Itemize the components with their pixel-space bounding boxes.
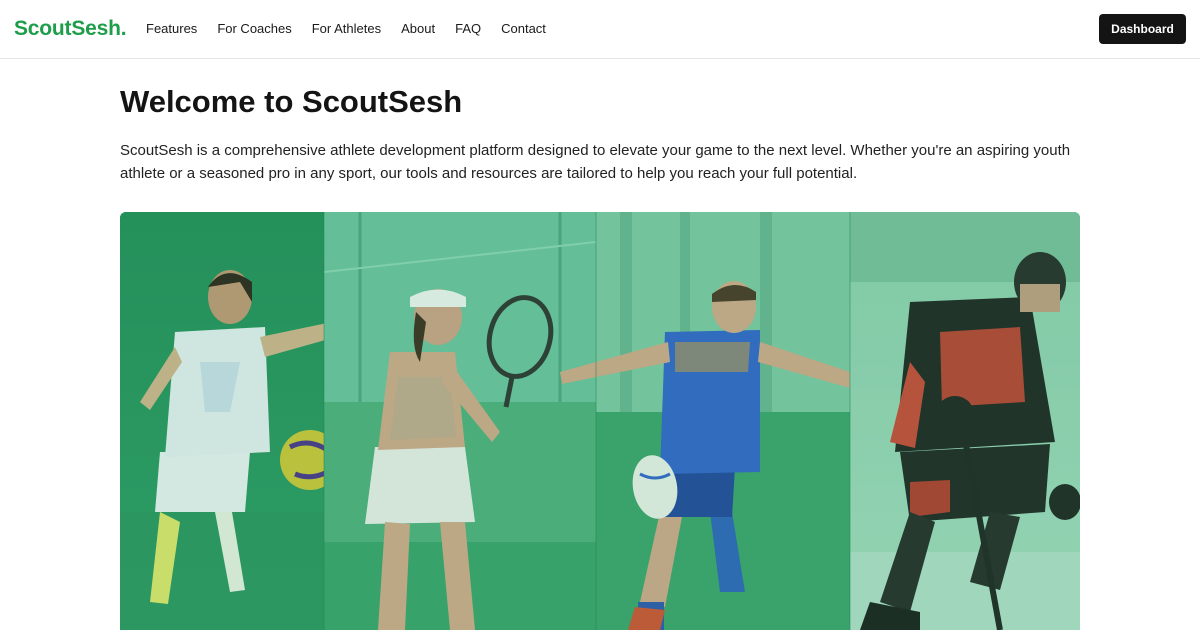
nav-link-faq[interactable]: FAQ	[455, 21, 481, 37]
nav-link-for-coaches[interactable]: For Coaches	[217, 21, 291, 37]
hero-image-collage	[120, 212, 1080, 630]
nav-link-for-athletes[interactable]: For Athletes	[312, 21, 381, 37]
green-tint-overlay	[120, 212, 1080, 630]
dashboard-button[interactable]: Dashboard	[1099, 14, 1186, 44]
page-title: Welcome to ScoutSesh	[120, 84, 463, 119]
top-navigation-bar: ScoutSesh. Features For Coaches For Athl…	[0, 0, 1200, 59]
hero-collage-svg	[120, 212, 1080, 630]
nav-link-contact[interactable]: Contact	[501, 21, 546, 37]
nav-link-about[interactable]: About	[401, 21, 435, 37]
scoutsesh-logo[interactable]: ScoutSesh.	[14, 17, 127, 41]
intro-paragraph: ScoutSesh is a comprehensive athlete dev…	[120, 142, 1071, 182]
main-nav: Features For Coaches For Athletes About …	[146, 21, 546, 37]
nav-link-features[interactable]: Features	[146, 21, 197, 37]
